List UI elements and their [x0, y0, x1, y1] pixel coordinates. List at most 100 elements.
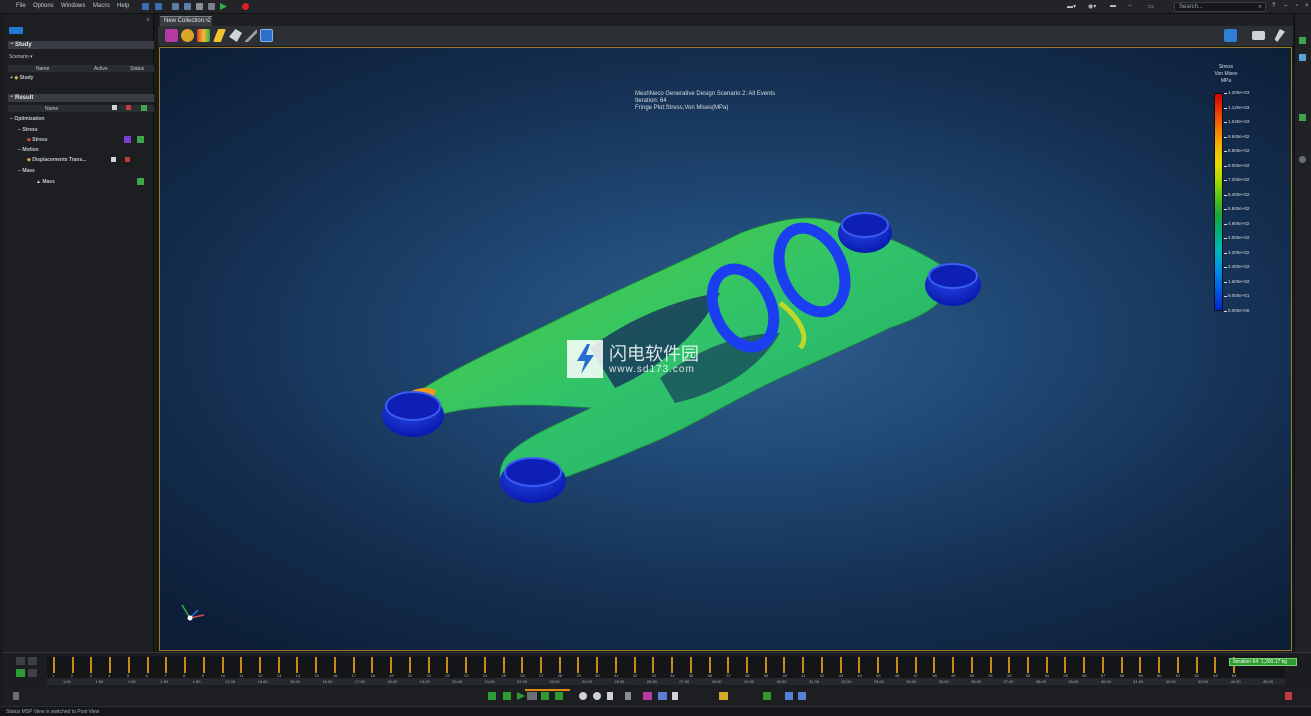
- timeline-frame[interactable]: [352, 657, 355, 673]
- search-input[interactable]: Search... ⌕: [1174, 2, 1266, 12]
- timeline-frame[interactable]: [1158, 657, 1161, 673]
- dropdown-icon[interactable]: [672, 692, 678, 700]
- timeline-frame[interactable]: [633, 657, 636, 673]
- timeline-frame[interactable]: [259, 657, 262, 673]
- timeline-frame[interactable]: [1176, 657, 1179, 673]
- model-icon[interactable]: [165, 29, 178, 42]
- edit-icon[interactable]: [719, 692, 728, 700]
- timeline-frame[interactable]: [109, 657, 112, 673]
- timeline-frame[interactable]: [1083, 657, 1086, 673]
- color-icon[interactable]: [125, 157, 130, 162]
- maximize-icon[interactable]: ▫: [1296, 3, 1298, 10]
- redo-icon[interactable]: [155, 3, 162, 10]
- timeline-frame[interactable]: [202, 657, 205, 673]
- loop-icon[interactable]: [579, 692, 587, 700]
- timeline-frame[interactable]: [184, 657, 187, 673]
- timeline-frame[interactable]: [802, 657, 805, 673]
- timeline-frame[interactable]: [221, 657, 224, 673]
- viewport-3d[interactable]: MeshNeco Generative Design Scenario 2: A…: [159, 47, 1292, 651]
- timeline-frame[interactable]: [408, 657, 411, 673]
- last-frame-icon[interactable]: [555, 692, 563, 700]
- print-icon[interactable]: [208, 3, 215, 10]
- timeline-frame[interactable]: [502, 657, 505, 673]
- timeline-frame[interactable]: [165, 657, 168, 673]
- timeline-play-icon[interactable]: [16, 669, 25, 677]
- timeline-frame[interactable]: [1120, 657, 1123, 673]
- next-frame-icon[interactable]: [541, 692, 549, 700]
- timeline-frame[interactable]: [539, 657, 542, 673]
- cut-plane-icon[interactable]: [244, 29, 257, 42]
- play-icon[interactable]: [220, 3, 227, 10]
- timeline-frame[interactable]: [483, 657, 486, 673]
- timeline-frame[interactable]: [764, 657, 767, 673]
- menu-windows[interactable]: Windows: [61, 3, 85, 9]
- tree-item[interactable]: ◆ Stress: [27, 137, 48, 143]
- timeline-view-icon[interactable]: [28, 657, 37, 665]
- timeline-frame[interactable]: [746, 657, 749, 673]
- timeline-frame[interactable]: [933, 657, 936, 673]
- timeline-frame[interactable]: [1195, 657, 1198, 673]
- color-icon[interactable]: [126, 105, 131, 110]
- view-mode-icon[interactable]: [1224, 29, 1237, 42]
- tree-item[interactable]: − Optimization: [10, 116, 45, 122]
- tab-new-collection[interactable]: New Collection: 2 ×: [160, 16, 212, 26]
- arrow-icon[interactable]: [229, 29, 242, 42]
- timeline-frame[interactable]: [783, 657, 786, 673]
- timeline-frame[interactable]: [240, 657, 243, 673]
- home-icon[interactable]: [13, 692, 19, 700]
- minus-icon[interactable]: −: [1128, 3, 1132, 10]
- deform-icon[interactable]: [213, 29, 226, 42]
- timeline-frame[interactable]: [427, 657, 430, 673]
- tab-close-icon[interactable]: ×: [205, 18, 209, 24]
- timeline-frame[interactable]: [521, 657, 524, 673]
- timeline-frame[interactable]: [970, 657, 973, 673]
- timeline-frame[interactable]: [465, 657, 468, 673]
- timeline-ruler[interactable]: 1 2 3 4 5 6 7 8 9 10 11 12 13 14 15 16 17 18 19 20 21 22 23 24 2…: [47, 656, 1285, 678]
- timeline-frame[interactable]: [371, 657, 374, 673]
- study-section-header[interactable]: − Study: [8, 41, 154, 49]
- timeline-frame[interactable]: [839, 657, 842, 673]
- play-icon[interactable]: [517, 692, 525, 700]
- timeline-frame[interactable]: [727, 657, 730, 673]
- menu-macro[interactable]: Macro: [93, 3, 110, 9]
- menu-options[interactable]: Options: [33, 3, 54, 9]
- timeline-frame[interactable]: [689, 657, 692, 673]
- help-icon[interactable]: ?: [1272, 3, 1275, 10]
- column-name[interactable]: Name: [36, 66, 49, 72]
- tree-item[interactable]: ▲ Mass: [36, 179, 55, 185]
- timeline-frame[interactable]: [820, 657, 823, 673]
- camera-icon[interactable]: ◉▾: [1088, 3, 1096, 10]
- tool-icon[interactable]: [1299, 37, 1306, 44]
- timeline-frame[interactable]: [333, 657, 336, 673]
- tool-icon[interactable]: [1299, 114, 1306, 121]
- sphere-icon[interactable]: [181, 29, 194, 42]
- tree-icon[interactable]: [763, 692, 771, 700]
- tag-icon[interactable]: [1274, 29, 1285, 42]
- timeline-frame[interactable]: [577, 657, 580, 673]
- share-icon[interactable]: [798, 692, 806, 700]
- settings-icon[interactable]: [260, 29, 273, 42]
- timeline-frame[interactable]: [1101, 657, 1104, 673]
- settings-icon[interactable]: [593, 692, 601, 700]
- tool-icon[interactable]: [1299, 156, 1306, 163]
- tool-icon[interactable]: [1299, 54, 1306, 61]
- timeline-frame[interactable]: [1064, 657, 1067, 673]
- tree-item[interactable]: − Stress: [18, 127, 38, 133]
- link-icon[interactable]: [785, 692, 793, 700]
- timeline-frame[interactable]: [1008, 657, 1011, 673]
- save-icon[interactable]: [184, 3, 191, 10]
- fringe-icon[interactable]: [197, 29, 210, 42]
- column-name[interactable]: Name: [45, 106, 58, 112]
- timeline-frame[interactable]: [877, 657, 880, 673]
- speed-icon[interactable]: [607, 692, 613, 700]
- help-square-icon[interactable]: ▭: [1148, 3, 1154, 10]
- frame-field[interactable]: [527, 692, 537, 700]
- timeline-frame[interactable]: [71, 657, 74, 673]
- record-icon[interactable]: [242, 3, 249, 10]
- tree-item[interactable]: − Mass: [18, 168, 35, 174]
- timeline-frame[interactable]: [952, 657, 955, 673]
- timeline-frame[interactable]: [558, 657, 561, 673]
- timeline-frame[interactable]: [1045, 657, 1048, 673]
- study-tree-item[interactable]: + ◆ Study: [10, 75, 33, 81]
- timeline-frame[interactable]: [652, 657, 655, 673]
